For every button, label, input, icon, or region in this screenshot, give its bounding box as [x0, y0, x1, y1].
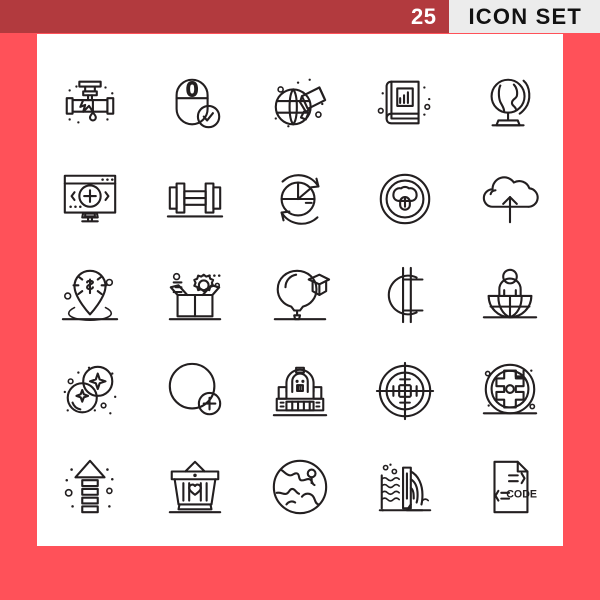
- mouse-check-icon: 0: [164, 78, 226, 134]
- header-bar: 25 ICON SET: [0, 0, 600, 33]
- icon-cell-code-file[interactable]: CODE: [458, 439, 563, 535]
- box-gear-icon: [164, 264, 226, 326]
- cloud-upload-icon: [479, 168, 541, 230]
- icon-count-badge: 25: [397, 0, 449, 33]
- icon-cell-earth-globe[interactable]: [247, 439, 352, 535]
- icon-cell-box-gear[interactable]: [142, 247, 247, 343]
- monitor-add-icon: [59, 168, 121, 230]
- circle-add-icon: [164, 360, 226, 422]
- upload-arrow-icon: [59, 456, 114, 518]
- cent-currency-icon: [374, 264, 436, 326]
- code-file-label: CODE: [507, 489, 538, 501]
- sparkle-bubbles-icon: [63, 360, 116, 415]
- icon-cell-cloud-upload[interactable]: [458, 151, 563, 247]
- icon-cell-circle-add[interactable]: [142, 343, 247, 439]
- robot-machine-icon: [269, 360, 331, 422]
- book-chart-icon: [374, 72, 431, 134]
- shopping-basket-love-icon: [164, 456, 226, 518]
- globe-megaphone-icon: [274, 78, 331, 128]
- icon-cell-dollar-location-pin[interactable]: [37, 247, 142, 343]
- icon-cell-mouse-check[interactable]: 0: [142, 55, 247, 151]
- icon-cell-cent-currency[interactable]: [353, 247, 458, 343]
- svg-text:0: 0: [186, 79, 197, 101]
- earth-globe-icon: [269, 456, 331, 518]
- dollar-location-pin-icon: [59, 264, 121, 326]
- gear-wheel-icon: [479, 360, 541, 422]
- dumbbell-icon: [164, 168, 226, 230]
- icon-cell-robot-machine[interactable]: [247, 343, 352, 439]
- icon-cell-broken-pipe-leak[interactable]: [37, 55, 142, 151]
- crosshair-target-icon: [374, 360, 436, 422]
- balloon-graduation-icon: [269, 264, 331, 326]
- waterfall-dam-icon: [374, 463, 436, 512]
- icon-grid: 0 CODE: [37, 55, 563, 535]
- icon-cell-balloon-graduation[interactable]: [247, 247, 352, 343]
- icon-cell-face-coin[interactable]: [353, 151, 458, 247]
- person-globe-desk-icon: [479, 264, 541, 326]
- icon-cell-person-globe-desk[interactable]: [458, 247, 563, 343]
- broken-pipe-leak-icon: [59, 72, 121, 124]
- icon-cell-crosshair-target[interactable]: [353, 343, 458, 439]
- icon-cell-monitor-add[interactable]: [37, 151, 142, 247]
- desk-globe-icon: [479, 72, 541, 134]
- icon-cell-dumbbell[interactable]: [142, 151, 247, 247]
- code-file-icon: CODE: [479, 456, 538, 518]
- icon-cell-pie-chart-refresh[interactable]: [247, 151, 352, 247]
- icon-set-page: 25 ICON SET 0 CODE: [0, 0, 600, 600]
- icon-cell-gear-wheel[interactable]: [458, 343, 563, 439]
- icon-cell-sparkle-bubbles[interactable]: [37, 343, 142, 439]
- icon-cell-desk-globe[interactable]: [458, 55, 563, 151]
- icon-cell-shopping-basket-love[interactable]: [142, 439, 247, 535]
- icon-cell-waterfall-dam[interactable]: [353, 439, 458, 535]
- face-coin-icon: [374, 168, 436, 230]
- page-title: ICON SET: [448, 0, 600, 33]
- icon-cell-globe-megaphone[interactable]: [247, 55, 352, 151]
- pie-chart-refresh-icon: [269, 168, 331, 230]
- icon-cell-book-chart[interactable]: [353, 55, 458, 151]
- icon-cell-upload-arrow[interactable]: [37, 439, 142, 535]
